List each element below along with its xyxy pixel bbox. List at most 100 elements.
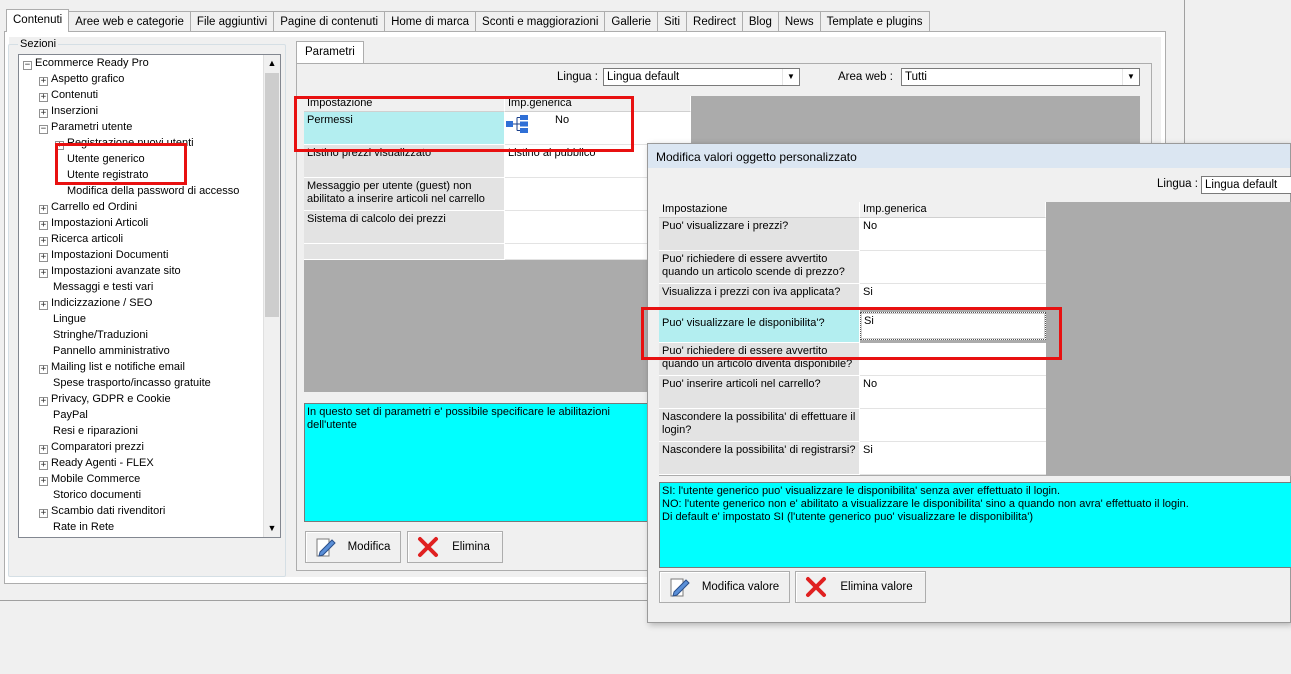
expand-icon[interactable]: + (39, 445, 48, 454)
expand-icon[interactable]: + (39, 77, 48, 86)
lingua-label: Lingua : (557, 71, 598, 83)
tab-parametri[interactable]: Parametri (296, 41, 364, 64)
tree-item[interactable]: Storico documenti (53, 487, 141, 503)
tab-siti[interactable]: Siti (657, 11, 688, 32)
dialog-body: Lingua : Lingua default Impostazione Imp… (654, 168, 1291, 616)
area-web-label: Area web : (838, 71, 893, 83)
sections-tree[interactable]: − Ecommerce Ready Pro + Aspetto grafico + C… (18, 54, 281, 538)
tab-blog[interactable]: Blog (741, 11, 779, 32)
tree-item[interactable]: Pannello amministrativo (53, 343, 170, 359)
tab-news[interactable]: News (777, 11, 821, 32)
tab-redirect[interactable]: Redirect (686, 11, 743, 32)
expand-icon[interactable]: + (39, 397, 48, 406)
dialog-value-cell[interactable]: Si (860, 284, 1046, 309)
tab-gallerie[interactable]: Gallerie (604, 11, 659, 32)
tree-item[interactable]: Spese trasporto/incasso gratuite (53, 375, 211, 391)
tree-item[interactable]: + Impostazioni Documenti (39, 247, 168, 263)
tree-item[interactable]: + Ricerca articoli (39, 231, 123, 247)
modifica-button[interactable]: Modifica (305, 531, 401, 563)
edit-values-dialog: Modifica valori oggetto personalizzato L… (647, 143, 1291, 623)
dialog-key-cell[interactable]: Puo' visualizzare i prezzi? (659, 218, 860, 251)
dialog-key-cell[interactable]: Nascondere la possibilita' di effettuare… (659, 409, 860, 442)
grid-key-cell[interactable]: Sistema di calcolo dei prezzi (304, 211, 505, 244)
tree-item[interactable]: + Carrello ed Ordini (39, 199, 137, 215)
collapse-icon[interactable]: − (39, 125, 48, 134)
delete-icon (414, 534, 442, 560)
tree-item[interactable]: PayPal (53, 407, 88, 423)
chevron-down-icon[interactable]: ▼ (1122, 69, 1139, 85)
tree-item[interactable]: Rate in Rete (53, 519, 114, 535)
scroll-thumb[interactable] (265, 73, 279, 317)
collapse-icon[interactable]: − (23, 61, 32, 70)
tab-template-plugins[interactable]: Template e plugins (819, 11, 930, 32)
tab-home-marca[interactable]: Home di marca (384, 11, 477, 32)
dialog-lingua-select[interactable]: Lingua default (1201, 176, 1291, 194)
tree-item[interactable]: Lingue (53, 311, 86, 327)
tree-item[interactable]: + Mobile Commerce (39, 471, 140, 487)
tab-pagine-contenuti[interactable]: Pagine di contenuti (273, 11, 386, 32)
elimina-button[interactable]: Elimina (407, 531, 503, 563)
highlight-box-disponibilita (641, 307, 1062, 360)
scroll-down-icon[interactable]: ▼ (264, 520, 280, 537)
dialog-key-cell[interactable]: Puo' inserire articoli nel carrello? (659, 376, 860, 409)
tree-item[interactable]: − Parametri utente (39, 119, 132, 135)
tree-item[interactable]: + Ready Agenti - FLEX (39, 455, 154, 471)
dialog-value-cell[interactable]: No (860, 376, 1046, 409)
tree-item[interactable]: + Mailing list e notifiche email (39, 359, 185, 375)
tree-item[interactable]: Resi e riparazioni (53, 423, 138, 439)
expand-icon[interactable]: + (39, 509, 48, 518)
tab-sconti[interactable]: Sconti e maggiorazioni (475, 11, 606, 32)
tab-aree-web[interactable]: Aree web e categorie (68, 11, 191, 32)
dialog-value-cell[interactable]: No (860, 218, 1046, 251)
dialog-key-cell[interactable]: Visualizza i prezzi con iva applicata? (659, 284, 860, 309)
edit-icon (312, 534, 340, 560)
dialog-key-cell[interactable]: Nascondere la possibilita' di registrars… (659, 442, 860, 475)
tree-item[interactable]: − Ecommerce Ready Pro (23, 55, 149, 71)
expand-icon[interactable]: + (39, 109, 48, 118)
tree-scrollbar[interactable]: ▲ ▼ (263, 55, 280, 537)
tree-item[interactable]: + Privacy, GDPR e Cookie (39, 391, 171, 407)
tree-item[interactable]: + Comparatori prezzi (39, 439, 144, 455)
expand-icon[interactable]: + (39, 461, 48, 470)
expand-icon[interactable]: + (39, 301, 48, 310)
tree-item[interactable]: + Impostazioni avanzate sito (39, 263, 181, 279)
expand-icon[interactable]: + (39, 365, 48, 374)
tab-file-aggiuntivi[interactable]: File aggiuntivi (189, 11, 275, 32)
expand-icon[interactable]: + (39, 205, 48, 214)
tab-contenuti[interactable]: Contenuti (6, 9, 70, 32)
edit-icon (666, 574, 694, 600)
tree-item[interactable]: Modifica della password di accesso (67, 183, 239, 199)
tree-item[interactable]: + Impostazioni Articoli (39, 215, 148, 231)
tree-item[interactable]: + Indicizzazione / SEO (39, 295, 153, 311)
tree-item[interactable]: Stringhe/Traduzioni (53, 327, 148, 343)
scroll-up-icon[interactable]: ▲ (264, 55, 280, 72)
dialog-value-cell[interactable] (860, 409, 1046, 442)
lingua-select[interactable]: Lingua default ▼ (603, 68, 800, 86)
chevron-down-icon[interactable]: ▼ (782, 69, 799, 85)
tree-item[interactable]: + Aspetto grafico (39, 71, 124, 87)
dialog-key-cell[interactable]: Puo' richiedere di essere avvertito quan… (659, 251, 860, 284)
highlight-box-permessi (294, 96, 634, 152)
tree-item[interactable]: + Inserzioni (39, 103, 98, 119)
expand-icon[interactable]: + (39, 253, 48, 262)
expand-icon[interactable]: + (39, 93, 48, 102)
main-tabstrip: Contenuti Aree web e categorie File aggi… (6, 9, 930, 32)
dialog-title: Modifica valori oggetto personalizzato (648, 144, 1290, 168)
grid-key-cell[interactable] (304, 244, 505, 260)
expand-icon[interactable]: + (39, 221, 48, 230)
tree-item[interactable]: + Contenuti (39, 87, 98, 103)
expand-icon[interactable]: + (39, 237, 48, 246)
grid-key-cell[interactable]: Messaggio per utente (guest) non abilita… (304, 178, 505, 211)
modifica-valore-button[interactable]: Modifica valore (659, 571, 790, 603)
dialog-value-cell[interactable]: Si (860, 442, 1046, 475)
dialog-description: SI: l'utente generico puo' visualizzare … (659, 482, 1291, 568)
tree-item[interactable]: + Scambio dati rivenditori (39, 503, 165, 519)
dialog-lingua-label: Lingua : (1157, 178, 1198, 190)
sections-title: Sezioni (18, 38, 59, 50)
dialog-value-cell[interactable] (860, 251, 1046, 284)
expand-icon[interactable]: + (39, 269, 48, 278)
area-web-select[interactable]: Tutti ▼ (901, 68, 1140, 86)
tree-item[interactable]: Messaggi e testi vari (53, 279, 153, 295)
elimina-valore-button[interactable]: Elimina valore (795, 571, 926, 603)
expand-icon[interactable]: + (39, 477, 48, 486)
